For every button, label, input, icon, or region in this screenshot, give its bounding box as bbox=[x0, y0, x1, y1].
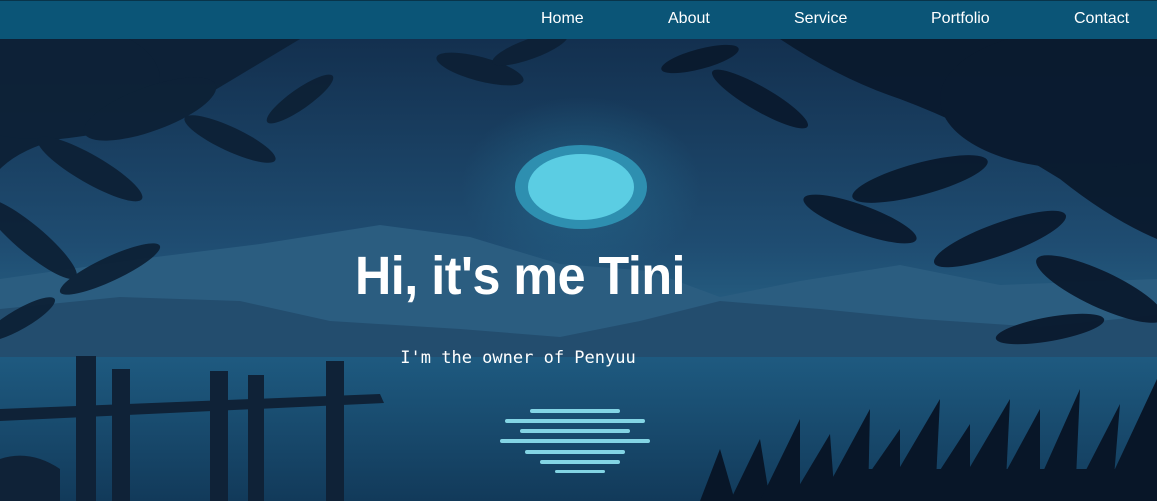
hero-section: Hi, it's me Tini I'm the owner of Penyuu bbox=[0, 39, 1157, 501]
nav-link-about[interactable]: About bbox=[668, 10, 710, 28]
hero-title: Hi, it's me Tini bbox=[354, 246, 686, 306]
page: Home About Service Portfolio Contact Hi,… bbox=[0, 0, 1157, 501]
nav-link-contact[interactable]: Contact bbox=[1074, 10, 1129, 28]
top-navbar: Home About Service Portfolio Contact bbox=[0, 0, 1157, 39]
hero-subtitle: I'm the owner of Penyuu bbox=[400, 348, 636, 368]
nav-link-home[interactable]: Home bbox=[541, 10, 584, 28]
nav-link-service[interactable]: Service bbox=[794, 10, 847, 28]
nav-link-portfolio[interactable]: Portfolio bbox=[931, 10, 990, 28]
